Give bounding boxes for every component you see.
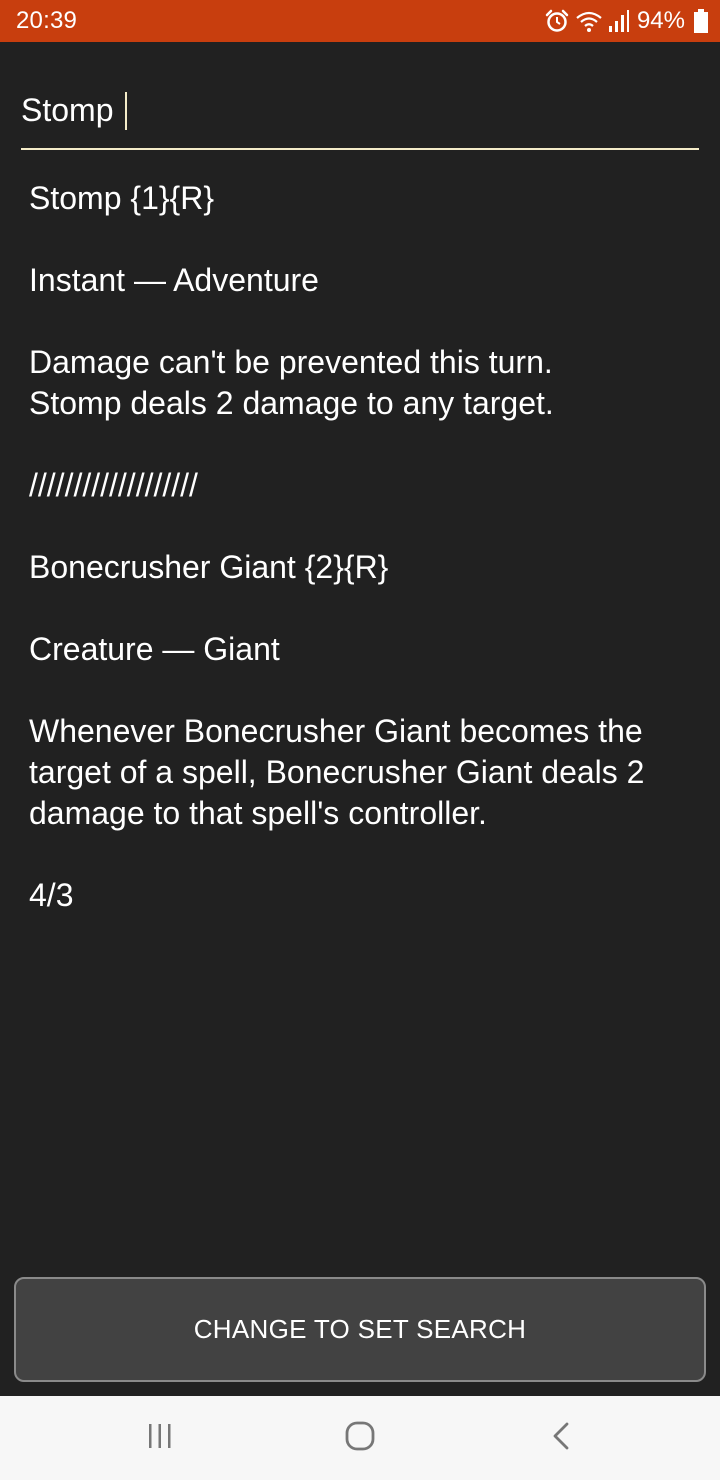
home-button[interactable]: [300, 1396, 420, 1480]
card-text: Stomp {1}{R} Instant — Adventure Damage ca…: [29, 178, 699, 957]
card-text-paragraph: 4/3: [29, 877, 74, 913]
wifi-icon: [575, 9, 603, 33]
signal-icon: [608, 9, 630, 33]
home-icon: [343, 1419, 377, 1458]
change-to-set-search-button[interactable]: CHANGE TO SET SEARCH: [14, 1277, 706, 1382]
card-text-paragraph: Damage can't be prevented this turn. Sto…: [29, 344, 554, 421]
recent-apps-icon: [145, 1421, 175, 1456]
card-text-paragraph: Stomp {1}{R}: [29, 180, 215, 216]
card-text-paragraph: ///////////////////: [29, 467, 198, 503]
card-text-paragraph: Instant — Adventure: [29, 262, 319, 298]
back-button[interactable]: [502, 1396, 622, 1480]
card-text-paragraph: Creature — Giant: [29, 631, 280, 667]
card-text-paragraph: Whenever Bonecrusher Giant becomes the t…: [29, 713, 654, 831]
status-icons: 94%: [539, 6, 708, 36]
card-search-input[interactable]: [21, 86, 691, 134]
alarm-icon: [544, 8, 570, 34]
back-icon: [547, 1421, 577, 1456]
navigation-bar: [0, 1396, 720, 1480]
text-cursor: [125, 92, 127, 130]
search-field[interactable]: [21, 80, 699, 150]
status-bar: 20:39 94%: [0, 0, 720, 42]
status-time: 20:39: [16, 7, 78, 34]
battery-icon: [694, 9, 708, 33]
recent-apps-button[interactable]: [100, 1396, 220, 1480]
card-text-paragraph: Bonecrusher Giant {2}{R}: [29, 549, 389, 585]
battery-percentage: 94%: [636, 7, 685, 34]
